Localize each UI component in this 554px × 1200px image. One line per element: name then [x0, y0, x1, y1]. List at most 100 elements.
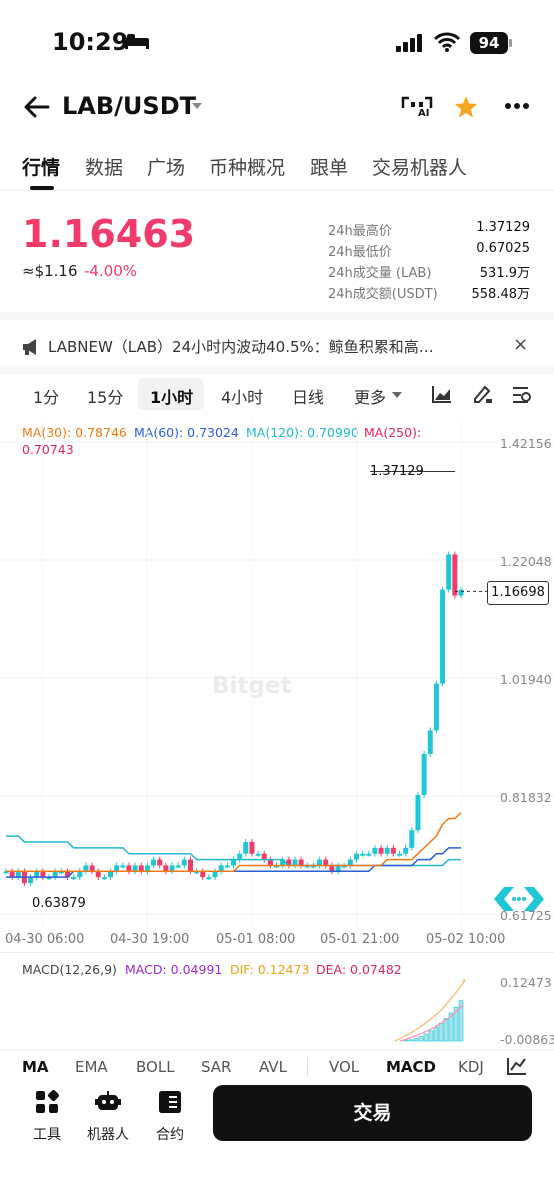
favorite-star-icon[interactable]	[454, 95, 478, 119]
last-price: 1.16463	[22, 212, 196, 256]
bot-icon[interactable]	[95, 1090, 121, 1114]
x-axis-tick: 04-30 06:00	[5, 932, 85, 947]
stat-label: 24h最低价	[328, 245, 392, 260]
candle-body	[409, 830, 415, 848]
tab-copy-trade[interactable]: 跟单	[310, 153, 348, 180]
candle-body	[317, 859, 323, 866]
sleep-focus-icon	[125, 34, 149, 49]
candle-body	[169, 865, 175, 872]
candle-body	[397, 853, 403, 856]
battery-level: 94	[470, 32, 508, 54]
candle-body	[415, 795, 421, 831]
indicator-macd[interactable]: MACD	[386, 1058, 436, 1076]
draw-tool-icon[interactable]	[472, 383, 494, 405]
tab-market[interactable]: 行情	[22, 153, 60, 180]
interval-1m[interactable]: 1分	[33, 384, 59, 408]
indicator-ma[interactable]: MA	[22, 1058, 49, 1076]
x-axis-tick: 04-30 19:00	[110, 932, 190, 947]
main-tabs: 行情 数据 广场 币种概况 跟单 交易机器人	[0, 145, 554, 191]
more-menu-icon[interactable]	[505, 103, 529, 109]
last-price-label: 1.16698	[487, 581, 549, 605]
candle-body	[433, 683, 439, 731]
candle-body	[329, 865, 335, 872]
macd-axis-tick: -0.00863	[500, 1032, 554, 1047]
candle-body	[52, 871, 58, 878]
candle-body	[237, 853, 243, 860]
candle-body	[440, 589, 446, 684]
tab-data[interactable]: 数据	[85, 153, 123, 180]
candle-body	[427, 730, 433, 754]
candle-body	[335, 865, 341, 872]
tab-square[interactable]: 广场	[147, 153, 185, 180]
candle-body	[267, 859, 273, 866]
tools-label[interactable]: 工具	[33, 1124, 61, 1144]
low-price-marker: 0.63879	[32, 896, 86, 911]
stat-label: 24h成交量 (LAB)	[328, 266, 432, 281]
stat-value: 531.9万	[479, 266, 530, 281]
candle-body	[390, 847, 396, 854]
news-ticker[interactable]: LABNEW（LAB）24小时内波动40.5%：鲸鱼积累和高…	[48, 336, 498, 357]
stat-value: 0.67025	[476, 241, 530, 256]
x-axis-tick: 05-02 10:00	[426, 932, 506, 947]
candle-body	[231, 859, 236, 866]
candle-body	[181, 859, 187, 866]
y-axis-tick: 1.42156	[500, 436, 552, 451]
interval-more[interactable]: 更多	[354, 384, 386, 408]
indicator-settings-icon[interactable]	[506, 1056, 528, 1076]
candle-body	[83, 865, 89, 872]
candle-body	[9, 871, 15, 878]
ai-assistant-button[interactable]: AI	[400, 94, 434, 122]
pair-title[interactable]: LAB/USDT	[62, 92, 196, 120]
indicator-kdj[interactable]: KDJ	[458, 1058, 484, 1076]
wifi-icon	[434, 32, 460, 52]
bot-label[interactable]: 机器人	[87, 1124, 129, 1144]
macd-bar	[433, 1026, 439, 1042]
candle-body	[120, 865, 126, 868]
candle-body	[187, 859, 193, 872]
trade-button[interactable]: 交易	[213, 1085, 532, 1141]
signal-icon	[396, 34, 422, 52]
bitget-fab-icon[interactable]	[492, 884, 546, 914]
indicator-separator	[307, 1058, 308, 1076]
interval-4h[interactable]: 4小时	[221, 384, 263, 408]
indicator-boll[interactable]: BOLL	[136, 1058, 175, 1076]
stat-value: 558.48万	[471, 287, 531, 302]
candle-body	[15, 871, 21, 878]
active-tab-indicator	[30, 186, 54, 190]
chart-type-icon[interactable]	[432, 385, 452, 403]
indicator-avl[interactable]: AVL	[259, 1058, 287, 1076]
status-bar: 10:29 94	[0, 0, 554, 80]
candle-body	[446, 554, 452, 590]
tools-icon[interactable]	[35, 1090, 59, 1114]
candle-body	[360, 853, 366, 856]
macd-chart[interactable]	[0, 975, 554, 1047]
candle-body	[384, 847, 390, 854]
close-notice-icon[interactable]: ×	[513, 334, 528, 355]
macd-axis-tick: 0.12473	[500, 975, 552, 990]
watermark-logo: Bitget	[212, 673, 292, 699]
pair-dropdown-icon[interactable]	[191, 102, 203, 110]
tab-coin-overview[interactable]: 币种概况	[209, 153, 285, 180]
candle-body	[95, 871, 101, 878]
contract-icon[interactable]	[158, 1090, 182, 1114]
indicator-sar[interactable]: SAR	[201, 1058, 231, 1076]
megaphone-icon	[23, 339, 36, 355]
interval-1h[interactable]: 1小时	[150, 384, 193, 408]
divider	[0, 312, 554, 320]
candle-body	[372, 847, 378, 854]
candle-body	[175, 865, 181, 868]
candle-body	[126, 865, 132, 872]
interval-15m[interactable]: 15分	[87, 384, 123, 408]
indicator-vol[interactable]: VOL	[329, 1058, 359, 1076]
price-fiat: ≈$1.16	[22, 262, 78, 280]
tab-trading-bot[interactable]: 交易机器人	[372, 153, 467, 180]
chart-settings-icon[interactable]	[512, 385, 532, 405]
x-axis-tick: 05-01 08:00	[216, 932, 296, 947]
divider	[0, 366, 554, 374]
contract-label[interactable]: 合约	[156, 1124, 184, 1144]
interval-1d[interactable]: 日线	[292, 384, 324, 408]
indicator-ema[interactable]: EMA	[75, 1058, 108, 1076]
candle-body	[353, 853, 359, 860]
candle-body	[255, 853, 261, 856]
back-arrow-icon[interactable]	[24, 96, 50, 118]
